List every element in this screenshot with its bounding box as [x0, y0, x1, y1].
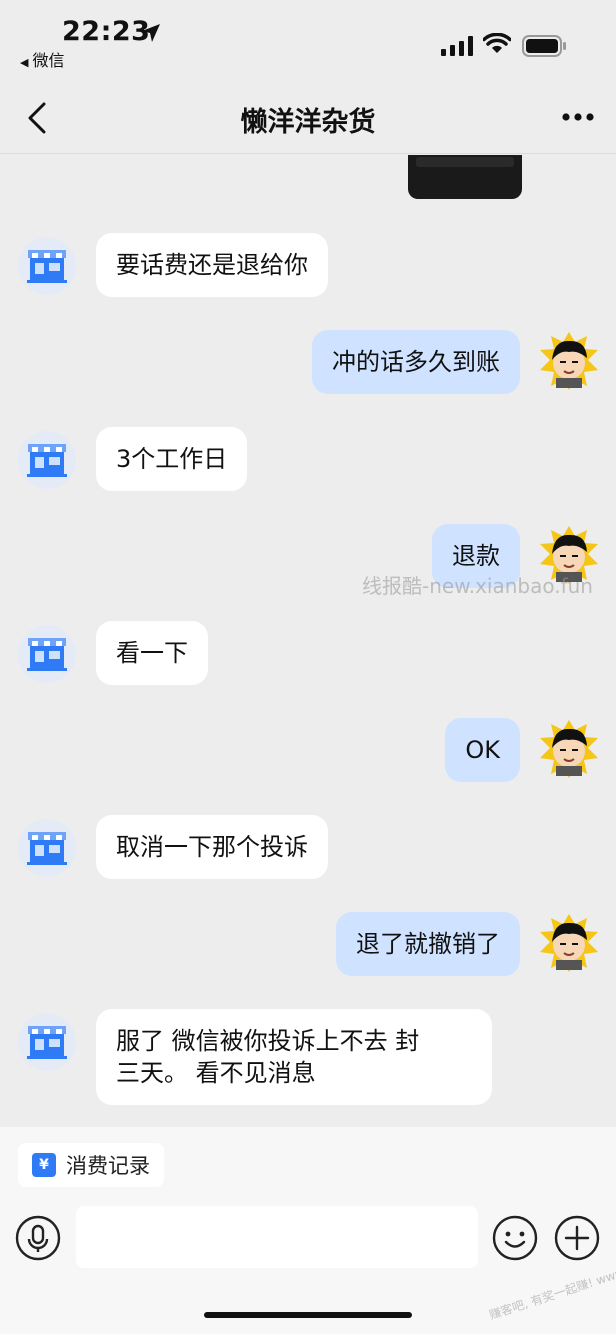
location-arrow-icon — [142, 24, 160, 42]
received-message-bubble[interactable]: 取消一下那个投诉 — [96, 815, 328, 879]
wifi-icon — [483, 33, 511, 53]
watermark-text: 线报酷-new.xianbao.fun — [362, 574, 593, 598]
back-triangle-icon: ◀ — [20, 56, 29, 69]
more-options-icon[interactable] — [556, 102, 600, 132]
back-app-label: 微信 — [32, 51, 65, 70]
sent-message-bubble[interactable]: OK — [445, 718, 520, 782]
received-message-bubble[interactable]: 3个工作日 — [96, 427, 248, 491]
status-bar: 22:23 ◀ 微信 — [0, 0, 616, 80]
image-message-thumbnail[interactable] — [408, 155, 522, 199]
yen-icon: ¥ — [32, 1153, 56, 1177]
emoji-icon[interactable] — [492, 1215, 538, 1261]
sent-message-bubble[interactable]: 冲的话多久到账 — [312, 330, 520, 394]
message-input[interactable] — [76, 1206, 478, 1268]
sent-message-bubble[interactable]: 退了就撤销了 — [336, 912, 520, 976]
user-avatar[interactable] — [538, 718, 600, 780]
user-avatar[interactable] — [538, 912, 600, 974]
cellular-signal-icon — [441, 36, 473, 56]
status-time: 22:23 — [62, 16, 151, 47]
shop-avatar[interactable] — [18, 1013, 76, 1071]
back-to-app-link[interactable]: ◀ 微信 — [20, 47, 64, 71]
shop-avatar[interactable] — [18, 237, 76, 295]
message-list[interactable]: 要话费还是退给你 冲的话多久到账 3个工作日 退款 看一下 OK 取消一下那个投诉 退了就撤销… — [0, 155, 616, 1127]
shop-avatar[interactable] — [18, 431, 76, 489]
shop-avatar[interactable] — [18, 625, 76, 683]
received-message-bubble[interactable]: 要话费还是退给你 — [96, 233, 328, 297]
plus-icon[interactable] — [554, 1215, 600, 1261]
chat-header: 懒洋洋杂货 — [0, 80, 616, 154]
received-message-bubble[interactable]: 服了 微信被你投诉上不去 封 三天。 看不见消息 — [96, 1009, 492, 1105]
battery-icon — [522, 35, 566, 57]
microphone-icon[interactable] — [15, 1215, 61, 1261]
home-indicator — [204, 1312, 412, 1318]
quick-action-consumption-record[interactable]: ¥ 消费记录 — [18, 1143, 164, 1187]
quick-action-label: 消费记录 — [66, 1154, 150, 1178]
chat-title: 懒洋洋杂货 — [240, 107, 376, 138]
user-avatar[interactable] — [538, 330, 600, 392]
received-message-bubble[interactable]: 看一下 — [96, 621, 208, 685]
shop-avatar[interactable] — [18, 819, 76, 877]
